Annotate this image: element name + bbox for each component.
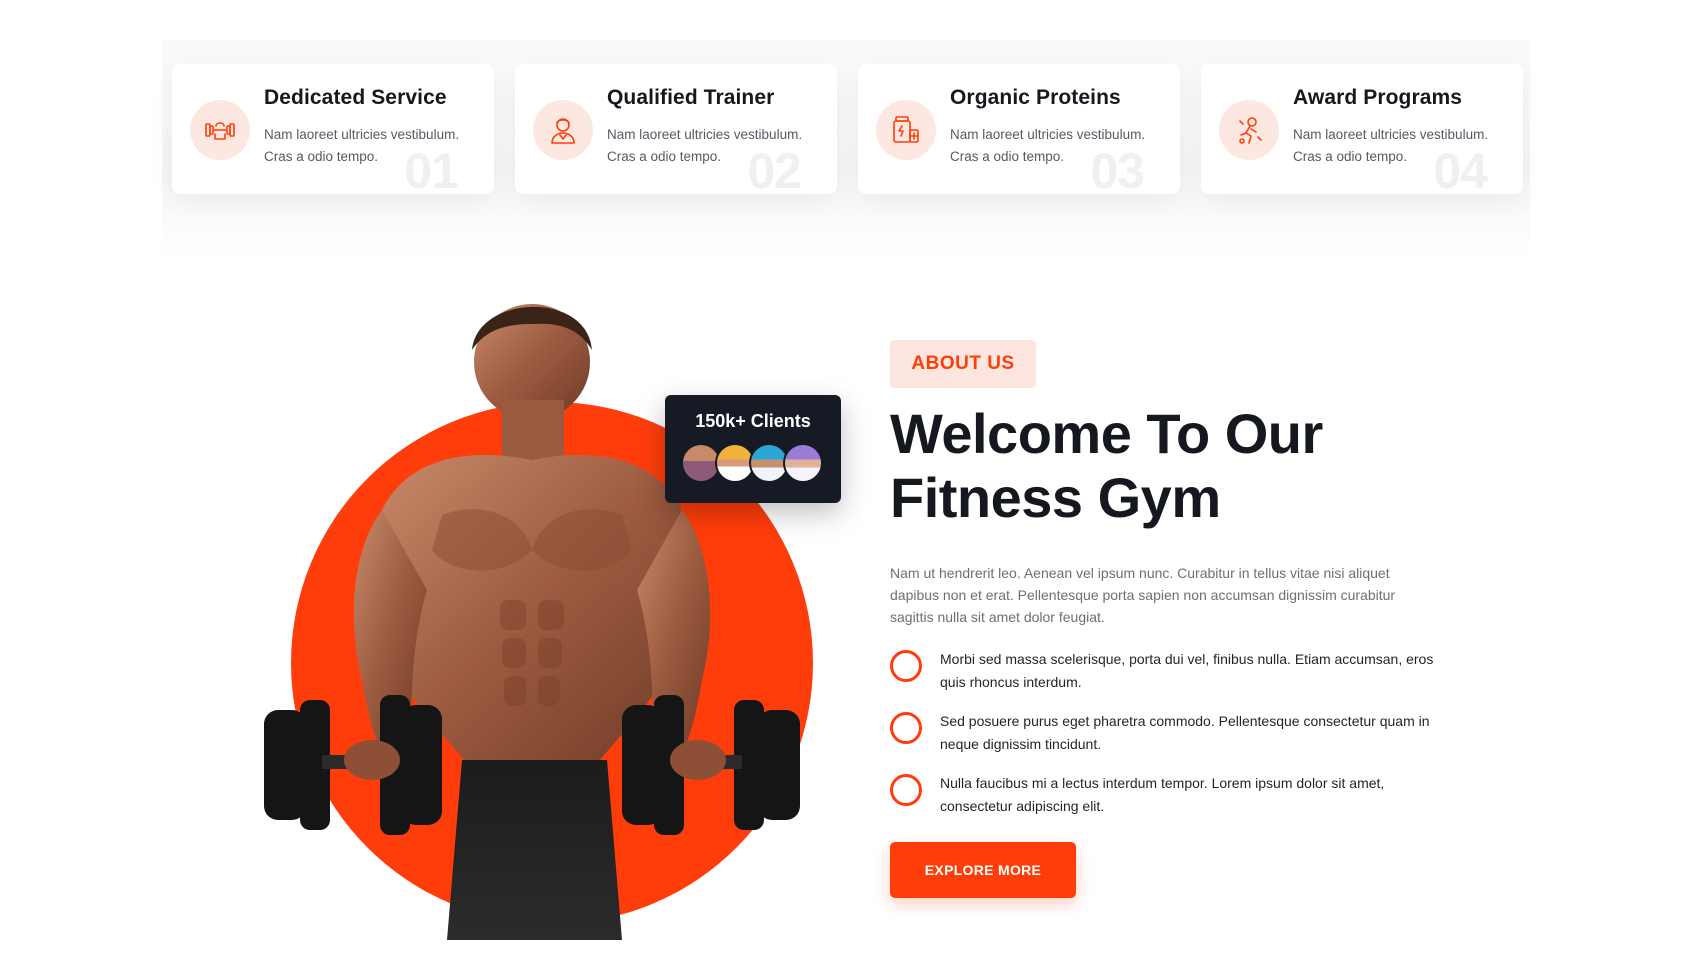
list-item-text: Morbi sed massa scelerisque, porta dui v… xyxy=(940,651,1434,690)
feature-card-organic-proteins[interactable]: Organic Proteins Nam laoreet ultricies v… xyxy=(858,64,1180,194)
feature-number: 03 xyxy=(1090,143,1145,194)
explore-more-button[interactable]: EXPLORE MORE xyxy=(890,842,1076,898)
feature-card-qualified-trainer[interactable]: Qualified Trainer Nam laoreet ultricies … xyxy=(515,64,837,194)
clients-label: 150k+ Clients xyxy=(695,411,811,431)
trainer-icon xyxy=(533,100,593,160)
clients-card: 150k+ Clients xyxy=(665,395,841,503)
feature-title: Organic Proteins xyxy=(950,86,1121,109)
list-item-text: Sed posuere purus eget pharetra commodo.… xyxy=(940,713,1430,752)
about-intro-text: Nam ut hendrerit leo. Aenean vel ipsum n… xyxy=(890,565,1396,625)
protein-jar-icon xyxy=(876,100,936,160)
feature-card-dedicated-service[interactable]: Dedicated Service Nam laoreet ultricies … xyxy=(172,64,494,194)
features-strip: Dedicated Service Nam laoreet ultricies … xyxy=(162,40,1530,258)
about-us-badge: ABOUT US xyxy=(890,340,1036,388)
list-item-text: Nulla faucibus mi a lectus interdum temp… xyxy=(940,775,1385,814)
feature-title: Qualified Trainer xyxy=(607,86,775,109)
client-avatars xyxy=(681,443,831,483)
page-title: Welcome To Our Fitness Gym xyxy=(890,402,1450,530)
feature-number: 01 xyxy=(404,143,459,194)
list-item: Nulla faucibus mi a lectus interdum temp… xyxy=(890,774,1450,836)
feature-title: Dedicated Service xyxy=(264,86,447,109)
award-runner-icon xyxy=(1219,100,1279,160)
list-item: Sed posuere purus eget pharetra commodo.… xyxy=(890,712,1450,774)
circle-bullet-icon xyxy=(890,712,922,744)
feature-number: 02 xyxy=(747,143,802,194)
avatar xyxy=(783,443,823,483)
circle-bullet-icon xyxy=(890,774,922,806)
feature-points-list: Morbi sed massa scelerisque, porta dui v… xyxy=(890,650,1450,836)
page-title-line-1: Welcome To Our xyxy=(890,402,1323,465)
circle-bullet-icon xyxy=(890,650,922,682)
list-item: Morbi sed massa scelerisque, porta dui v… xyxy=(890,650,1450,712)
dumbbell-hand-icon xyxy=(190,100,250,160)
feature-card-award-programs[interactable]: Award Programs Nam laoreet ultricies ves… xyxy=(1201,64,1523,194)
page-title-line-2: Fitness Gym xyxy=(890,466,1221,529)
feature-title: Award Programs xyxy=(1293,86,1463,109)
feature-number: 04 xyxy=(1433,143,1488,194)
